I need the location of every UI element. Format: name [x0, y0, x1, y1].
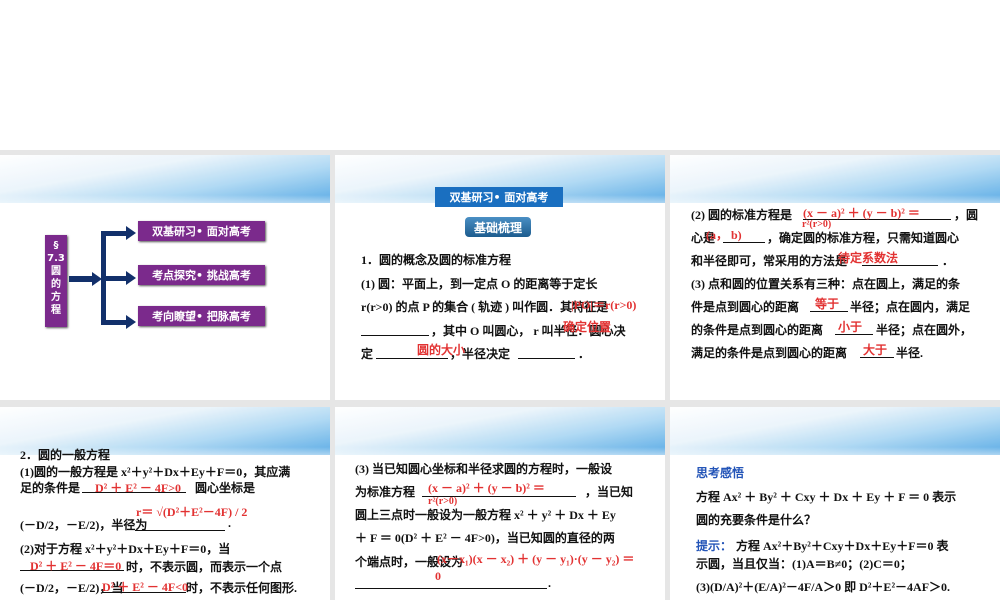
answer: |PO|＝r(r>0) [571, 298, 637, 312]
title-char: 程 [51, 305, 61, 316]
title-char: 的 [51, 279, 61, 290]
answer: D² ＋ E² － 4F>0 [95, 481, 182, 495]
text-line: (2)对于方程 x²＋y²＋Dx＋Ey＋F＝0，当 [20, 542, 231, 556]
text-line: 圆心坐标是 [195, 481, 256, 495]
text-line: 时，不表示圆，而表示一个点 [126, 560, 283, 574]
link-kaodian[interactable]: 考点探究• 挑战高考 [138, 265, 265, 285]
section-banner: 双基研习• 面对高考 [435, 187, 563, 207]
text-line: (1)圆的一般方程是 x²＋y²＋Dx＋Ey＋F＝0，其应满 [20, 465, 291, 479]
answer: 小于 [838, 320, 863, 334]
text-line: 足的条件是 [20, 481, 81, 495]
answer: D² ＋ E² － 4F＝0 [30, 559, 122, 573]
text-line: 圆上三点时一般设为一般方程 x² ＋ y² ＋ Dx ＋ Ey [355, 508, 616, 522]
text-line: (2) 圆的标准方程是 [691, 208, 792, 222]
slide-header-gradient [0, 155, 330, 211]
answer: 0 [435, 569, 441, 583]
text-line: 半径；点在圆内，满足 [850, 300, 971, 314]
slide-header-gradient [335, 407, 665, 463]
text-line: (－D/2，－E/2)，半径为 [20, 518, 148, 532]
section-symbol: § [53, 240, 59, 251]
answer: r²(r>0) [802, 219, 832, 230]
slide-4-general-equation[interactable]: 2．圆的一般方程 (1)圆的一般方程是 x²＋y²＋Dx＋Ey＋F＝0，其应满 … [0, 407, 330, 600]
branch-line [101, 320, 127, 325]
blank [355, 588, 547, 589]
blank [518, 358, 575, 359]
heading: 1．圆的概念及圆的标准方程 [361, 253, 512, 267]
text-line: (1) 圆：平面上，到一定点 O 的距离等于定长 [361, 277, 598, 291]
text-line: 满足的条件是点到圆心的距离 [691, 346, 848, 360]
hint-line: 示圆，当且仅当：(1)A＝B≠0；(2)C＝0； [696, 557, 912, 571]
answer: (a， b) [706, 228, 742, 242]
text-line: (3) 当已知圆心坐标和半径求圆的方程时，一般设 [355, 462, 612, 476]
text-line: 和半径即可，常采用的方法是 [691, 254, 848, 268]
text-line: 半径. [896, 346, 924, 360]
reflection-heading: 思考感悟 [696, 466, 745, 480]
text-line: 的条件是点到圆心的距离 [691, 323, 824, 337]
answer: 大于 [863, 343, 888, 357]
branch-line [101, 276, 127, 281]
arrow-shaft [69, 276, 93, 282]
link-shuangji[interactable]: 双基研习• 面对高考 [138, 221, 265, 241]
text-line: 时，不表示任何图形. [186, 581, 298, 595]
title-char: 方 [51, 292, 61, 303]
heading: 2．圆的一般方程 [20, 448, 111, 462]
answer: r＝ √(D²＋E²－4F) / 2 [136, 505, 248, 519]
text-line: 半径；点在圆外， [876, 323, 973, 337]
text-line: ． [942, 254, 955, 268]
answer: D² ＋ E² － 4F<0 [102, 580, 189, 594]
hint-line: (3)(D/A)²＋(E/A)²－4F/A＞0 即 D²＋E²－4AF＞0. [696, 580, 951, 594]
text-line: 件是点到圆心的距离 [691, 300, 800, 314]
text-line: 定 [361, 347, 374, 361]
slide-5-methods[interactable]: (3) 当已知圆心坐标和半径求圆的方程时，一般设 为标准方程 ，当已知 圆上三点… [335, 407, 665, 600]
question-line: 方程 Ax² ＋ By² ＋ Cxy ＋ Dx ＋ Ey ＋ F ＝ 0 表示 [696, 490, 957, 504]
section-number: 7.3 [47, 253, 65, 264]
text-line: ＋ F ＝ 0(D² ＋ E² － 4F>0)，当已知圆的直径的两 [355, 531, 615, 545]
slide-2-basics[interactable]: 双基研习• 面对高考 基础梳理 1．圆的概念及圆的标准方程 (1) 圆：平面上，… [335, 155, 665, 400]
topic-tag: 基础梳理 [465, 217, 531, 237]
answer: (x－x₁)(x － x₂) ＋ (y － y₁)·(y － y₂) ＝ [437, 552, 635, 566]
text-line: ，当已知 [585, 485, 634, 499]
answer: (x － a)² ＋ (y － b)² ＝ [428, 481, 545, 495]
section-title-box: § 7.3 圆 的 方 程 [45, 235, 67, 327]
hint-line: 方程 Ax²＋By²＋Cxy＋Dx＋Ey＋F＝0 表 [736, 539, 949, 553]
blank [361, 335, 429, 336]
text-line: (3) 点和圆的位置关系有三种：点在圆上，满足的条 [691, 277, 960, 291]
hint-label: 提示： [696, 539, 733, 553]
slide-header-gradient [670, 407, 1000, 463]
question-line: 圆的充要条件是什么？ [696, 513, 817, 527]
answer: 圆的大小 [417, 343, 466, 357]
blank [376, 358, 448, 359]
arrow-right-icon [126, 315, 136, 329]
text-line: ，圆 [954, 208, 979, 222]
arrow-right-icon [126, 226, 136, 240]
text-line: . [548, 576, 551, 590]
answer: 等于 [815, 297, 840, 311]
link-kaoxiang[interactable]: 考向瞭望• 把脉高考 [138, 306, 265, 326]
slide-3-standard-equation[interactable]: (2) 圆的标准方程是 ，圆 心是 ，确定圆的标准方程，只需知道圆心 和半径即可… [670, 155, 1000, 400]
branch-line [101, 231, 127, 236]
arrow-right-icon [126, 271, 136, 285]
title-char: 圆 [51, 266, 61, 277]
blank [135, 530, 225, 531]
answer: 确定位置 [563, 320, 612, 334]
text-line: ． [578, 347, 591, 361]
text-line: ，确定圆的标准方程，只需知道圆心 [767, 231, 960, 245]
slide-1-outline[interactable]: § 7.3 圆 的 方 程 双基研习• 面对高考 考点探究• 挑战高考 考向瞭望… [0, 155, 330, 400]
answer: r²(r>0) [428, 496, 458, 507]
slide-6-reflection[interactable]: 思考感悟 方程 Ax² ＋ By² ＋ Cxy ＋ Dx ＋ Ey ＋ F ＝ … [670, 407, 1000, 600]
answer: 待定系数法 [838, 251, 899, 265]
text-line: 为标准方程 [355, 485, 416, 499]
slide-header-gradient [670, 155, 1000, 211]
